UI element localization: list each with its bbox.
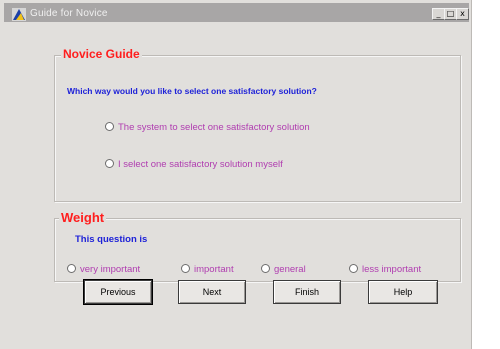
option-very-important-label: very important: [80, 264, 141, 275]
radio-very-important[interactable]: [67, 264, 76, 273]
finish-button[interactable]: Finish: [273, 280, 341, 304]
radio-important[interactable]: [181, 264, 190, 273]
radio-self-select[interactable]: [105, 159, 114, 168]
radio-less-important[interactable]: [349, 264, 358, 273]
app-icon: [12, 8, 26, 21]
novice-guide-group: Novice Guide Which way would you like to…: [54, 47, 461, 202]
novice-guide-legend: Novice Guide: [61, 47, 142, 61]
next-button[interactable]: Next: [178, 280, 246, 304]
option-system-select-label: The system to select one satisfactory so…: [118, 122, 310, 133]
help-button[interactable]: Help: [368, 280, 438, 304]
previous-button[interactable]: Previous: [84, 280, 152, 304]
option-general[interactable]: general: [261, 264, 306, 275]
option-very-important[interactable]: very important: [67, 264, 140, 275]
option-less-important-label: less important: [362, 264, 422, 275]
option-system-select[interactable]: The system to select one satisfactory so…: [105, 122, 310, 133]
option-general-label: general: [274, 264, 306, 275]
window-title: Guide for Novice: [30, 8, 108, 19]
guide-window: Guide for Novice _ □ x Novice Guide Whic…: [0, 0, 472, 349]
weight-question: This question is: [75, 234, 148, 245]
title-bar[interactable]: Guide for Novice _ □ x: [4, 3, 469, 22]
option-self-select[interactable]: I select one satisfactory solution mysel…: [105, 159, 283, 170]
option-less-important[interactable]: less important: [349, 264, 421, 275]
novice-guide-question: Which way would you like to select one s…: [67, 86, 317, 96]
radio-system-select[interactable]: [105, 122, 114, 131]
option-self-select-label: I select one satisfactory solution mysel…: [118, 159, 283, 170]
close-button[interactable]: x: [456, 8, 469, 20]
option-important-label: important: [194, 264, 234, 275]
weight-group: Weight This question is very important i…: [54, 210, 461, 282]
option-important[interactable]: important: [181, 264, 234, 275]
weight-legend: Weight: [59, 210, 107, 225]
radio-general[interactable]: [261, 264, 270, 273]
